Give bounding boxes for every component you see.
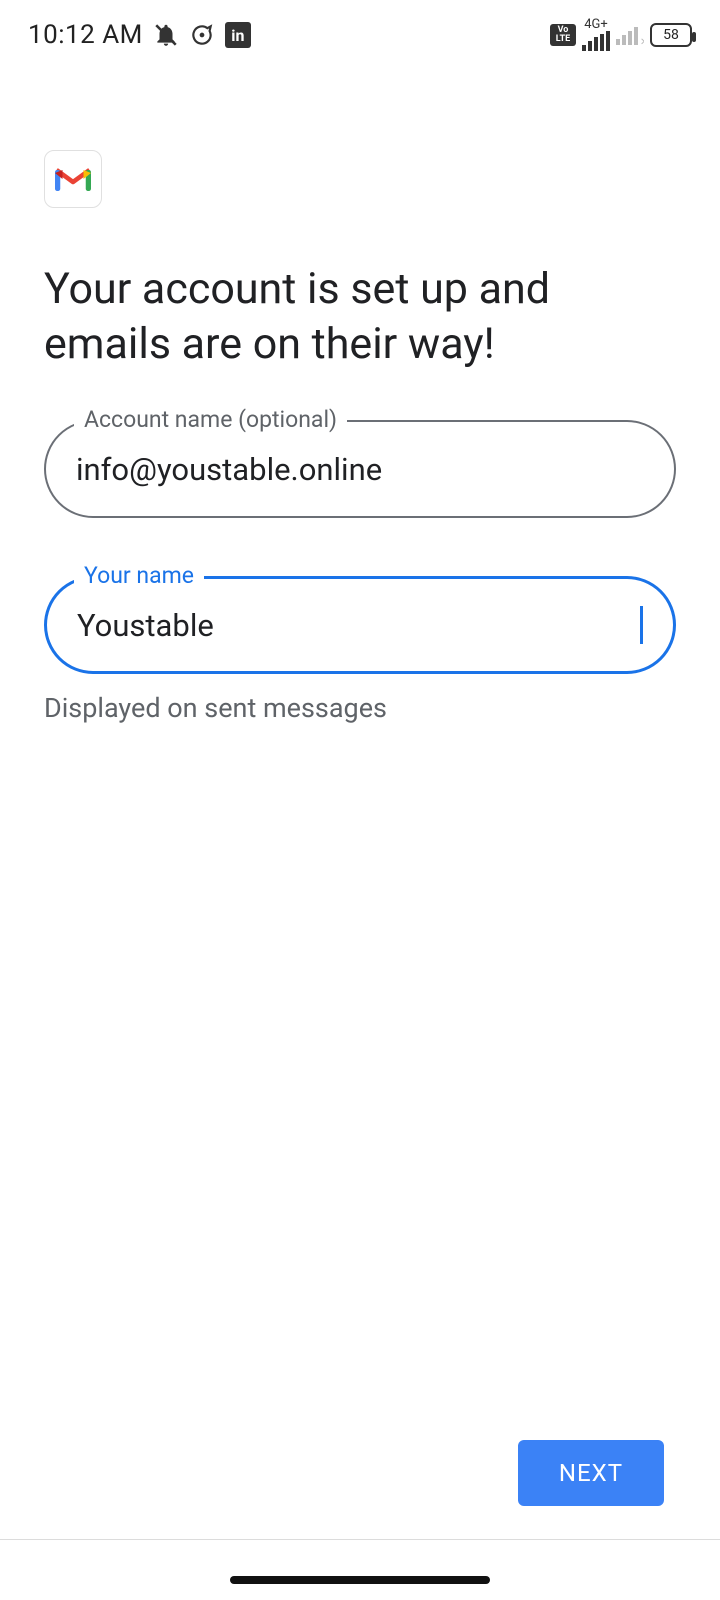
your-name-value: Youstable	[77, 607, 636, 644]
account-name-value: info@youstable.online	[76, 451, 644, 488]
next-button[interactable]: NEXT	[518, 1440, 664, 1506]
signal-1-group: 4G+	[582, 19, 610, 51]
signal-no-sim-icon: ✕	[616, 24, 644, 46]
status-right: Vo LTE 4G+ ✕ 58	[550, 19, 692, 51]
status-bar: 10:12 AM in Vo LTE 4G+	[0, 0, 720, 70]
bottom-separator	[0, 1539, 720, 1540]
status-left: 10:12 AM in	[28, 20, 251, 50]
whatsapp-icon	[189, 22, 215, 48]
gesture-bar[interactable]	[230, 1576, 490, 1584]
setup-content: Your account is set up and emails are on…	[44, 150, 676, 724]
your-name-field[interactable]: Your name Youstable	[44, 576, 676, 674]
account-name-field[interactable]: Account name (optional) info@youstable.o…	[44, 420, 676, 518]
volte-icon: Vo LTE	[550, 24, 576, 46]
svg-text:✕: ✕	[640, 37, 644, 46]
linkedin-icon: in	[225, 22, 251, 48]
battery-indicator: 58	[650, 23, 692, 47]
status-time: 10:12 AM	[28, 20, 143, 50]
text-caret	[640, 606, 643, 644]
signal-bars-icon	[582, 31, 610, 51]
your-name-helper: Displayed on sent messages	[44, 692, 676, 724]
network-type: 4G+	[584, 19, 608, 31]
battery-level: 58	[663, 27, 679, 43]
volte-bottom: LTE	[556, 35, 571, 44]
page-headline: Your account is set up and emails are on…	[44, 262, 676, 372]
your-name-label: Your name	[74, 562, 204, 589]
gmail-icon	[44, 150, 102, 208]
account-name-label: Account name (optional)	[74, 406, 347, 433]
do-not-disturb-icon	[153, 22, 179, 48]
